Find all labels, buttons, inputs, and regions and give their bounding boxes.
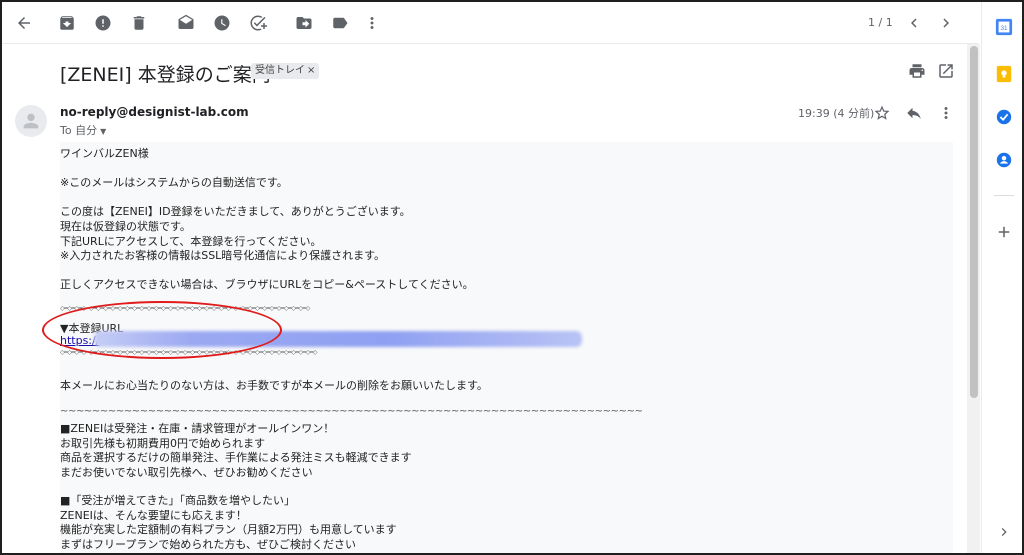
scrollbar-thumb[interactable]: [970, 46, 978, 398]
body-line: この度は【ZENEI】ID登録をいただきまして、ありがとうございます。: [60, 205, 411, 218]
contacts-icon[interactable]: [994, 150, 1014, 170]
page-count: 1 / 1: [868, 16, 893, 29]
open-new-window-icon[interactable]: [937, 62, 955, 80]
highlight-annotation: [42, 301, 282, 359]
add-icon[interactable]: [994, 222, 1014, 242]
move-to-icon[interactable]: [294, 13, 314, 33]
body-line: まずはフリープランで始められた方も、ぜひご検討ください: [60, 538, 357, 551]
greeting-line: ワインバルZEN様: [60, 147, 149, 160]
rail-separator: [994, 195, 1014, 196]
label-icon[interactable]: [330, 13, 350, 33]
inbox-label-chip[interactable]: 受信トレイ ×: [251, 63, 320, 79]
body-line: ■「受注が増えてきた」「商品数を増やしたい」: [60, 494, 296, 507]
body-line: 機能が充実した定額制の有料プラン（月額2万円）も用意しています: [60, 523, 397, 536]
expand-icon[interactable]: [994, 522, 1014, 542]
reply-icon[interactable]: [904, 103, 924, 123]
message-toolbar: 1 / 1: [2, 2, 978, 44]
body-line: 本メールにお心当たりのない方は、お手数ですが本メールの削除をお願いいたします。: [60, 379, 488, 392]
body-line: 正しくアクセスできない場合は、ブラウザにURLをコピー&ペーストしてください。: [60, 278, 474, 291]
sender-avatar: [15, 105, 47, 137]
message-more-icon[interactable]: [936, 103, 956, 123]
message-time: 19:39 (4 分前): [798, 107, 875, 120]
recipient-dropdown[interactable]: To 自分 ▼: [60, 122, 106, 138]
body-line: ※このメールはシステムからの自動送信です。: [60, 176, 288, 189]
chevron-right-icon[interactable]: [936, 13, 956, 33]
email-subject: [ZENEI] 本登録のご案内: [60, 64, 271, 86]
label-text: 受信トレイ: [255, 65, 305, 76]
body-line: ※入力されたお客様の情報はSSL暗号化通信により保護されます。: [60, 249, 385, 262]
snooze-icon[interactable]: [212, 13, 232, 33]
remove-label-icon[interactable]: ×: [307, 65, 315, 76]
tasks-icon[interactable]: [994, 107, 1014, 127]
mark-unread-icon[interactable]: [176, 13, 196, 33]
tilde-divider: ~~~~~~~~~~~~~~~~~~~~~~~~~~~~~~~~~~~~~~~~…: [60, 406, 643, 417]
calendar-icon[interactable]: 31: [994, 17, 1014, 37]
star-icon[interactable]: [872, 103, 892, 123]
sender-address[interactable]: no-reply@designist-lab.com: [60, 105, 249, 119]
body-line: まだお使いでない取引先様へ、ぜひお勧めください: [60, 466, 313, 479]
print-icon[interactable]: [908, 62, 926, 80]
recipient-text: To 自分: [60, 124, 98, 137]
side-panel: 31: [981, 2, 1022, 553]
body-line: ■ZENEIは受発注・在庫・請求管理がオールインワン！: [60, 422, 335, 435]
svg-text:31: 31: [1000, 25, 1008, 32]
chevron-left-icon[interactable]: [904, 13, 924, 33]
body-line: 商品を選択するだけの簡単発注、手作業による発注ミスも軽減できます: [60, 451, 412, 464]
report-spam-icon[interactable]: [93, 13, 113, 33]
delete-icon[interactable]: [129, 13, 149, 33]
back-arrow-icon[interactable]: [14, 13, 34, 33]
archive-icon[interactable]: [57, 13, 77, 33]
add-task-icon[interactable]: [248, 13, 268, 33]
gmail-window: 1 / 1 [ZENEI] 本登録のご案内 受信トレイ × no-reply@de…: [0, 0, 1024, 555]
person-icon: [23, 113, 39, 129]
more-vert-icon[interactable]: [362, 13, 382, 33]
caret-down-icon: ▼: [100, 127, 107, 136]
keep-icon[interactable]: [994, 64, 1014, 84]
body-line: 現在は仮登録の状態です。: [60, 220, 191, 233]
